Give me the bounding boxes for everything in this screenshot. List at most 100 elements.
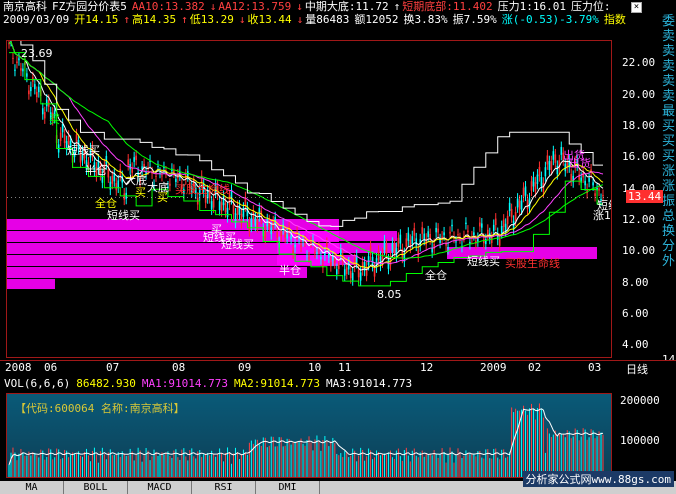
candle-body — [248, 222, 251, 232]
candle-body — [552, 151, 555, 160]
sidebar-item[interactable]: 换 — [661, 224, 676, 239]
candle-body — [339, 249, 342, 256]
candle-body — [155, 175, 157, 177]
price-ytick: 18.00 — [622, 119, 656, 133]
candle-body — [455, 241, 457, 243]
candle-body — [336, 269, 338, 275]
h2-item: 低13.29 — [189, 13, 234, 26]
candle-body — [584, 180, 586, 186]
candle-body — [399, 234, 402, 244]
candle-body — [532, 177, 535, 187]
candle-body — [367, 256, 370, 266]
candle-body — [113, 173, 116, 182]
candle-body — [467, 230, 469, 233]
candle-body — [320, 256, 322, 260]
h1-item: ↑ — [393, 0, 401, 13]
sidebar-item[interactable]: 卖 — [661, 29, 676, 44]
candle-body — [115, 182, 118, 191]
date-tick: 08 — [172, 361, 186, 374]
price-ytick: 4.00 — [622, 338, 649, 352]
tab-rsi[interactable]: RSI — [192, 481, 256, 494]
candle-body — [481, 223, 483, 228]
sidebar-item[interactable]: 买 — [661, 149, 676, 164]
candle-body — [12, 57, 14, 59]
sidebar-item[interactable]: 卖 — [661, 74, 676, 89]
candle-body — [292, 250, 294, 254]
candle-body — [246, 207, 249, 217]
candle-body — [286, 234, 288, 239]
sidebar-item[interactable]: 涨 — [661, 179, 676, 194]
h1-item: 中期大底:11.72 — [304, 0, 389, 13]
candle-body — [479, 222, 481, 227]
sidebar-item[interactable]: 涨 — [661, 164, 676, 179]
sidebar-item[interactable]: 委 — [661, 14, 676, 29]
price-chart-svg: 23.698.05买短线买半仓全仓短线买大底买 大底买买股生命线买短线买短线买半仓… — [7, 41, 611, 301]
candle-body — [385, 244, 388, 254]
sidebar-item[interactable]: 买 — [661, 119, 676, 134]
candle-body — [20, 68, 22, 71]
sidebar-item[interactable]: 买 — [661, 134, 676, 149]
sidebar-item[interactable]: 卖 — [661, 89, 676, 104]
tab-macd[interactable]: MACD — [128, 481, 192, 494]
candle-body — [59, 132, 62, 141]
date-axis: 日线 2008 06 07 08 09 10 11 12 2009 02 03 — [0, 360, 676, 377]
sidebar-item[interactable]: 总 — [661, 209, 676, 224]
volume-chart-frame[interactable]: 【代码:600064 名称:南京高科】 — [6, 393, 612, 478]
candle-body — [264, 230, 267, 239]
quote-sidebar[interactable]: 委卖卖卖卖卖最买买买涨涨振总换分外 — [661, 14, 676, 269]
h2-item: 2009/03/09 — [3, 13, 70, 26]
candle-body — [598, 188, 600, 191]
candle-body — [276, 232, 278, 238]
h2-item: 换3.83% — [403, 13, 448, 26]
candle-body — [490, 237, 493, 243]
tab-ma[interactable]: MA — [0, 481, 64, 494]
candle-body — [36, 91, 38, 98]
candle-body — [383, 240, 386, 250]
candle-body — [310, 242, 312, 244]
candle-body — [397, 237, 400, 247]
tab-boll[interactable]: BOLL — [64, 481, 128, 494]
price-chart-frame[interactable]: 23.69 8.05 买短线买 半仓 全仓 短线买 大底买大底买买股生命线买短线买 短线买 半仓… — [6, 40, 612, 358]
candle-body — [421, 227, 424, 234]
tab-dmi[interactable]: DMI — [256, 481, 320, 494]
volume-legend: VOL(6,6,6) 86482.930 MA1:91014.773 MA2:9101… — [4, 378, 418, 390]
candle-body — [544, 167, 547, 177]
h1-item: AA10:13.382 — [131, 0, 205, 13]
candle-body — [548, 161, 551, 171]
candle-body — [379, 256, 382, 266]
candle-body — [498, 238, 501, 246]
candle-body — [560, 146, 563, 155]
candle-body — [228, 195, 231, 205]
date-tick: 10 — [308, 361, 322, 374]
h2-item: ↓ — [296, 13, 304, 26]
candle-body — [220, 202, 223, 212]
signal-label: 短线买 — [467, 254, 500, 268]
candle-body — [492, 224, 495, 232]
candle-body — [473, 232, 475, 236]
sidebar-item[interactable]: 分 — [661, 239, 676, 254]
sidebar-item[interactable]: 卖 — [661, 59, 676, 74]
sidebar-item[interactable]: 外 — [661, 254, 676, 269]
candle-body — [343, 269, 346, 276]
candle-body — [258, 208, 261, 217]
sidebar-item[interactable]: 最 — [661, 104, 676, 119]
signal-label: 买 — [49, 113, 60, 126]
h2-item: 涨(-0.53)-3.79% — [501, 13, 599, 26]
candle-body — [447, 247, 449, 250]
candle-body — [588, 178, 590, 182]
candle-body — [250, 218, 253, 227]
candle-body — [508, 202, 511, 211]
volume-ma-2: MA2:91014.773 — [233, 377, 321, 390]
sidebar-item[interactable]: 卖 — [661, 44, 676, 59]
period-label[interactable]: 日线 — [626, 361, 648, 377]
candle-body — [294, 244, 296, 248]
candle-body — [417, 249, 420, 257]
h1-item: 南京高科 — [3, 0, 47, 13]
sidebar-item[interactable]: 振 — [661, 194, 676, 209]
h1-item: AA12:13.759 — [218, 0, 292, 13]
volume-profile-band — [7, 267, 307, 278]
close-icon[interactable]: × — [631, 2, 642, 13]
candle-body — [594, 193, 596, 197]
candle-body — [522, 187, 525, 197]
candle-body — [365, 267, 368, 276]
